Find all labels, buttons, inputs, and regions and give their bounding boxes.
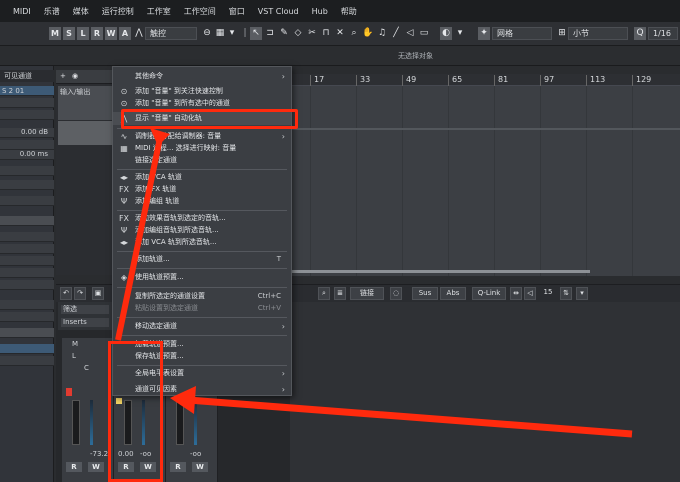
annotation-arrows — [115, 128, 633, 438]
annotation-arrowhead — [170, 386, 196, 414]
annotation-arrow-left — [187, 396, 633, 438]
annotation-arrow-up — [115, 137, 163, 341]
annotation-arrowhead — [150, 128, 170, 146]
